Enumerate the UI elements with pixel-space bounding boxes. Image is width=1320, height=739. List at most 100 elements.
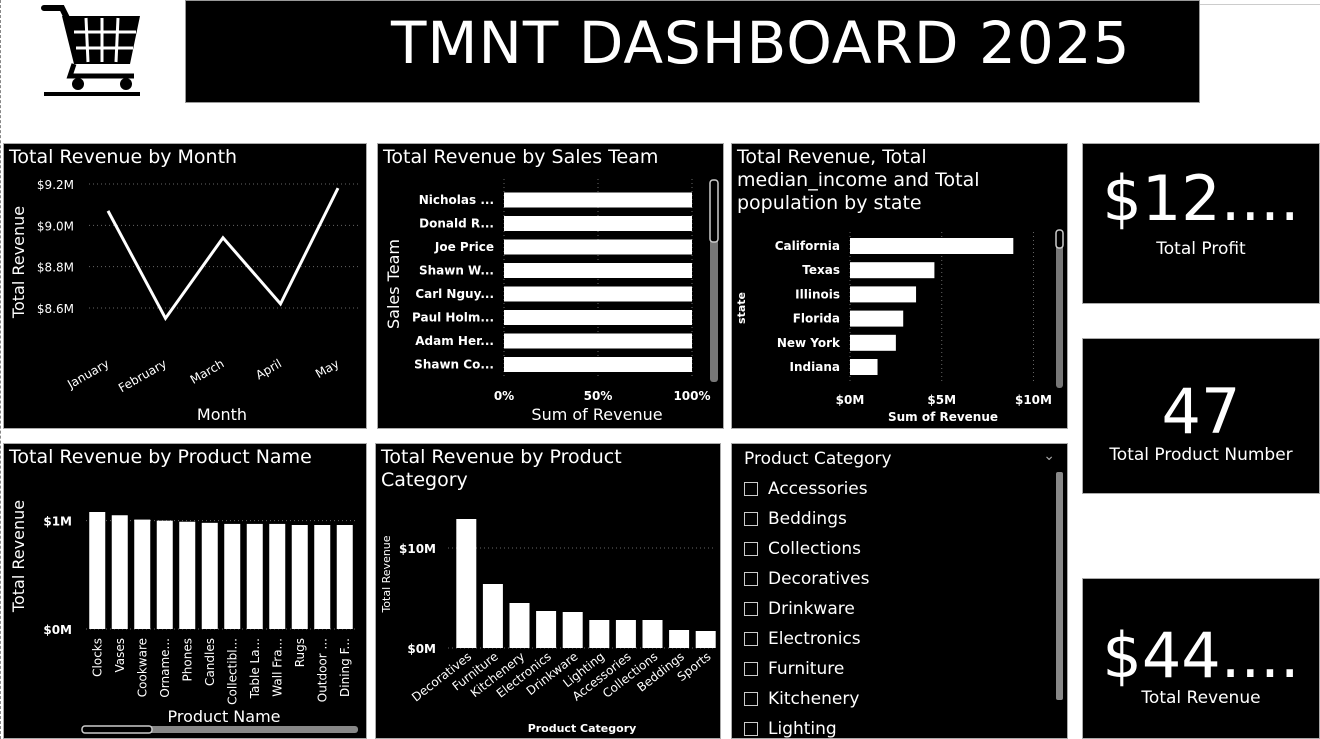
y-tick-label: Indiana [790, 360, 840, 374]
x-axis-title: Product Name [167, 707, 280, 726]
checkbox[interactable] [744, 542, 758, 556]
kpi-value: $44.... [1102, 619, 1300, 692]
x-tick-label: Clocks [90, 638, 104, 677]
kpi-total-profit[interactable]: $12.... Total Profit [1082, 143, 1320, 304]
x-axis-title: Month [197, 405, 247, 424]
kpi-total-product-number[interactable]: 47 Total Product Number [1082, 338, 1320, 494]
y-tick-label: $0M [407, 642, 436, 656]
checkbox[interactable] [744, 512, 758, 526]
product-category-bar-chart[interactable]: Total Revenue by Product Category $10M $0… [375, 443, 721, 739]
page-edge-divider [0, 0, 1, 739]
revenue-line [106, 187, 340, 322]
x-tick-label: Vases [113, 638, 127, 673]
checkbox[interactable] [744, 602, 758, 616]
slicer-item[interactable]: Lighting [744, 714, 869, 739]
x-tick-label: March [188, 356, 227, 386]
checkbox[interactable] [744, 722, 758, 736]
chevron-down-icon[interactable]: ⌄ [1043, 448, 1055, 464]
bar [504, 216, 692, 231]
x-tick-label: Cookware [135, 638, 149, 697]
slicer-item[interactable]: Collections [744, 534, 869, 564]
month-chart-plot: $9.2M $9.0M $8.8M $8.6M January February March… [9, 178, 359, 424]
state-bar-chart[interactable]: Total Revenue, Total median_income and T… [731, 143, 1068, 429]
page-title: TMNT DASHBOARD 2025 [391, 9, 1131, 77]
bar [504, 333, 692, 349]
bar [536, 611, 557, 648]
x-tick-label: Phones [180, 638, 194, 681]
x-tick-label: May [313, 356, 341, 381]
y-tick-label: Shawn Co... [414, 358, 494, 372]
bar [850, 310, 904, 327]
y-axis-title: Total Revenue [380, 535, 393, 613]
checkbox[interactable] [744, 632, 758, 646]
slicer-item[interactable]: Beddings [744, 504, 869, 534]
slicer-item-label: Furniture [768, 659, 845, 679]
slicer-item-label: Beddings [768, 509, 847, 529]
bar [504, 239, 692, 255]
bar [111, 515, 128, 629]
slicer-item-label: Lighting [768, 719, 837, 739]
kpi-total-revenue[interactable]: $44.... Total Revenue [1082, 578, 1320, 739]
month-line-chart[interactable]: Total Revenue by Month $9.2M $9.0M $8.8M $8… [3, 143, 367, 429]
bar [336, 525, 353, 629]
product-name-chart-plot: $1M $0M Clocks Vases Cookware Orname... Phones… [9, 500, 358, 734]
bar [504, 286, 692, 302]
kpi-value: $12.... [1102, 162, 1300, 235]
checkbox[interactable] [744, 572, 758, 586]
x-tick-label: Candles [203, 638, 217, 686]
y-tick-label: Texas [802, 263, 840, 277]
checkbox[interactable] [744, 662, 758, 676]
bar [589, 620, 610, 648]
sales-team-bar-chart[interactable]: Total Revenue by Sales Team 0% 50% 100% Nic… [377, 143, 724, 429]
bar [615, 620, 636, 648]
y-tick-label: $0M [43, 623, 72, 637]
y-tick-label: Shawn W... [419, 264, 494, 278]
x-tick-label: $0M [836, 393, 865, 407]
bar [642, 620, 663, 648]
kpi-label: Total Product Number [1109, 445, 1293, 465]
y-tick-label: Joe Price [434, 240, 494, 254]
bar [291, 525, 308, 629]
slicer-item[interactable]: Accessories [744, 474, 869, 504]
y-tick-label: $8.8M [37, 261, 74, 275]
slicer-item[interactable]: Drinkware [744, 594, 869, 624]
bar [850, 334, 896, 351]
checkbox[interactable] [744, 692, 758, 706]
slicer-item[interactable]: Decoratives [744, 564, 869, 594]
y-tick-label: Illinois [795, 287, 840, 301]
slicer-item-label: Kitchenery [768, 689, 860, 709]
scrollbar-thumb [1055, 229, 1064, 249]
slicer-item[interactable]: Furniture [744, 654, 869, 684]
bar [179, 521, 196, 629]
x-tick-label: 0% [494, 389, 514, 403]
slicer-item-label: Drinkware [768, 599, 855, 619]
slicer-item-label: Decoratives [768, 569, 870, 589]
x-tick-label: February [116, 356, 169, 395]
y-tick-label: $9.0M [37, 219, 74, 233]
y-axis-title: state [735, 292, 748, 324]
x-tick-label: Orname... [158, 638, 172, 698]
bar [246, 523, 263, 629]
slicer-item[interactable]: Electronics [744, 624, 869, 654]
y-tick-label: Florida [793, 312, 840, 326]
checkbox[interactable] [744, 482, 758, 496]
slicer-item-label: Collections [768, 539, 861, 559]
kpi-value: 47 [1161, 375, 1241, 448]
product-name-bar-chart[interactable]: Total Revenue by Product Name $1M $0M Cloc… [3, 443, 367, 739]
bar [456, 519, 477, 648]
bar [509, 603, 530, 648]
scrollbar-track [1056, 230, 1063, 388]
bar [504, 357, 692, 372]
slicer-item[interactable]: Kitchenery [744, 684, 869, 714]
sales-team-chart-plot: 0% 50% 100% Nicholas ... Donald R... Joe Pric… [384, 179, 719, 424]
bar [850, 286, 917, 303]
product-category-slicer[interactable]: Product Category ⌄ Accessories Beddings Co… [731, 443, 1068, 739]
slicer-title: Product Category [744, 449, 892, 469]
bar [850, 359, 878, 375]
slicer-scrollbar[interactable] [1056, 472, 1063, 700]
y-axis-title: Sales Team [384, 239, 403, 329]
x-tick-label: Outdoor ... [315, 638, 329, 702]
bar [314, 525, 331, 629]
bar [695, 631, 716, 648]
kpi-label: Total Revenue [1141, 688, 1261, 708]
